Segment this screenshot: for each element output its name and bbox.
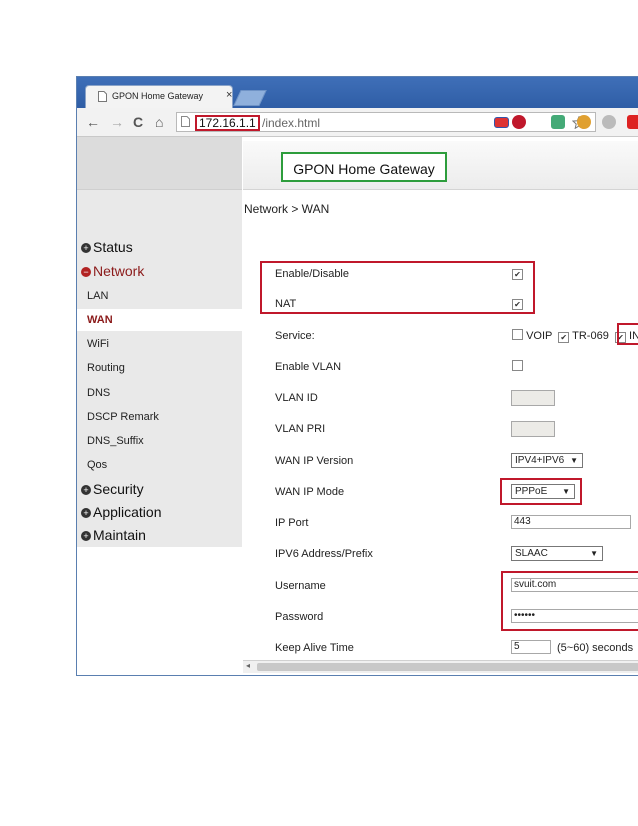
sidebar-group-network[interactable]: − Network [81,263,144,279]
sidebar-item-wan[interactable]: WAN [77,309,242,331]
sidebar-item-dns[interactable]: DNS [87,387,110,399]
plus-icon: + [81,508,91,518]
vlan-id-label: VLAN ID [275,392,318,404]
sidebar-group-application[interactable]: + Application [81,504,162,520]
internet-highlight [617,323,638,345]
ip-port-label: IP Port [275,517,309,529]
browser-toolbar: ← → C ⌂ 172.16.1.1 /index.html [77,108,638,137]
sidebar-item-dscp-remark[interactable]: DSCP Remark [87,411,159,423]
browser-tab[interactable]: GPON Home Gateway × [85,85,233,108]
url-path: /index.html [262,116,321,130]
ip-version-select[interactable]: IPV4+IPV6 ▼ [511,453,583,468]
sidebar-item-qos[interactable]: Qos [87,459,107,471]
tab-strip: GPON Home Gateway × [77,77,638,108]
sidebar-group-status[interactable]: + Status [81,239,133,255]
plus-icon: + [81,531,91,541]
tr069-label: TR-069 [572,330,609,342]
enable-vlan-label: Enable VLAN [275,361,342,373]
enable-nat-highlight [260,261,535,314]
close-icon[interactable]: × [226,89,232,101]
dropdown-arrow-icon: ▼ [590,549,598,558]
tab-title: GPON Home Gateway [112,91,204,101]
enable-vlan-checkbox[interactable] [512,360,523,373]
sidebar-group-maintain[interactable]: + Maintain [81,527,146,543]
tr069-checkbox[interactable]: ✔ [558,332,570,343]
scrollbar-thumb[interactable] [257,663,638,671]
ip-port-field[interactable]: 443 [511,515,631,529]
keepalive-label: Keep Alive Time [275,642,354,654]
ip-mode-label: WAN IP Mode [275,486,345,498]
globe-icon[interactable] [602,115,616,129]
ip-version-label: WAN IP Version [275,455,354,467]
extension-icon[interactable] [627,115,638,129]
keepalive-unit: (5~60) seconds [557,642,634,654]
cookie-icon[interactable] [577,115,591,129]
flag-icon[interactable] [494,117,509,128]
reload-icon[interactable]: C [133,114,143,130]
service-label: Service: [275,330,315,342]
sidebar-item-lan[interactable]: LAN [87,290,108,302]
page-title: GPON Home Gateway [293,161,435,177]
sidebar-item-wifi[interactable]: WiFi [87,338,109,350]
vlan-pri-label: VLAN PRI [275,423,326,435]
sidebar-group-security[interactable]: + Security [81,481,144,497]
people-icon[interactable] [551,115,565,129]
scroll-left-icon[interactable]: ◂ [246,661,250,670]
page-icon [181,116,190,127]
voip-checkbox[interactable] [512,329,523,340]
new-tab-button[interactable] [233,90,267,106]
voip-label: VOIP [526,330,553,342]
plus-icon: + [81,243,91,253]
main-header: GPON Home Gateway [243,141,638,190]
ipv6-select[interactable]: SLAAC ▼ [511,546,603,561]
ip-mode-highlight [500,478,582,505]
sidebar: + Status − Network LAN WAN WiFi Routing DN… [77,137,242,547]
horizontal-scrollbar[interactable]: ◂ [243,660,638,673]
stop-icon[interactable] [512,115,526,129]
ipv6-label: IPV6 Address/Prefix [275,548,373,560]
browser-window: GPON Home Gateway × ← → C ⌂ 172.16.1.1 /… [76,76,638,676]
url-host: 172.16.1.1 [195,115,260,131]
title-highlight-box: GPON Home Gateway [281,152,447,182]
page-icon [98,91,107,102]
back-arrow-icon[interactable]: ← [86,114,100,130]
home-icon[interactable]: ⌂ [155,114,163,130]
credentials-highlight [501,571,638,631]
sidebar-header [77,137,242,190]
vlan-pri-field[interactable] [511,421,555,437]
sidebar-item-routing[interactable]: Routing [87,362,125,374]
username-label: Username [275,580,326,592]
plus-icon: + [81,485,91,495]
keepalive-field[interactable]: 5 [511,640,551,654]
page-content: + Status − Network LAN WAN WiFi Routing DN… [77,137,638,675]
dropdown-arrow-icon: ▼ [570,456,578,465]
address-bar[interactable]: 172.16.1.1 /index.html [176,112,596,132]
sidebar-item-dns-suffix[interactable]: DNS_Suffix [87,435,144,447]
vlan-id-field[interactable] [511,390,555,406]
minus-icon: − [81,267,91,277]
password-label: Password [275,611,324,623]
forward-arrow-icon[interactable]: → [110,114,124,130]
breadcrumb: Network > WAN [244,202,330,216]
